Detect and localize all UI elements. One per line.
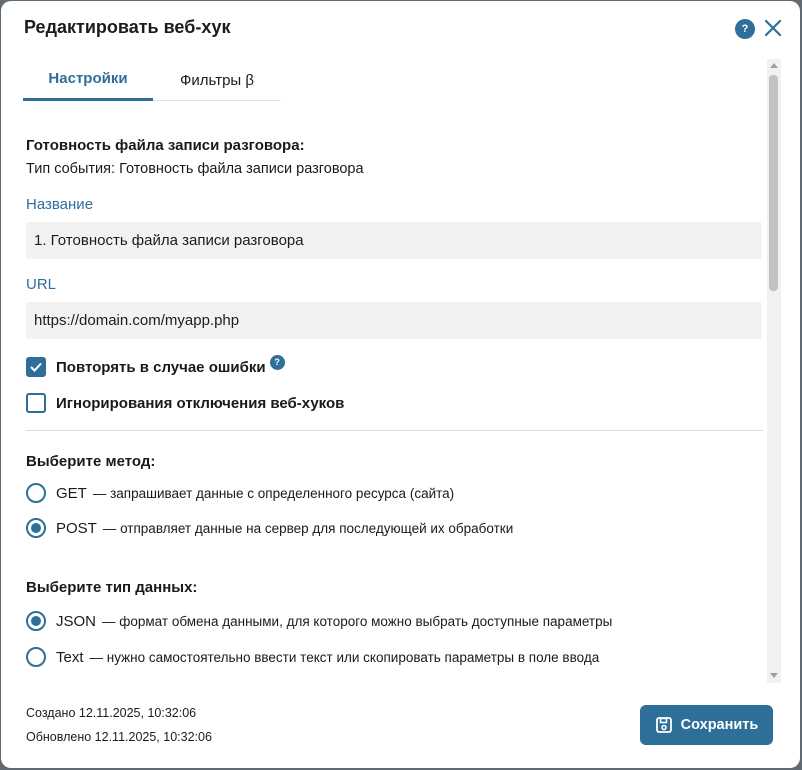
method-post-label: POST [56,519,97,537]
method-get-radio-row[interactable]: GET — запрашивает данные с определенного… [26,483,454,503]
name-input[interactable] [26,222,762,259]
data-type-json-radio-row[interactable]: JSON — формат обмена данными, для которо… [26,611,612,631]
settings-panel: Готовность файла записи разговора: Тип с… [1,101,767,683]
data-type-text-radio[interactable] [26,647,46,667]
retry-checkbox[interactable] [26,357,46,377]
help-icon-glyph: ? [741,23,749,35]
scroll-down-arrow-icon[interactable] [770,673,778,678]
method-heading: Выберите метод: [26,453,156,470]
vertical-scrollbar[interactable] [767,59,781,683]
ignore-checkbox[interactable] [26,393,46,413]
data-type-text-radio-row[interactable]: Text — нужно самостоятельно ввести текст… [26,647,599,667]
data-type-json-radio[interactable] [26,611,46,631]
ignore-disable-checkbox-row[interactable]: Игнорирования отключения веб-хуков [26,393,344,413]
url-input[interactable] [26,302,762,339]
method-post-radio-row[interactable]: POST — отправляет данные на сервер для п… [26,518,513,538]
save-button[interactable]: Сохранить [640,705,773,745]
retry-on-error-checkbox-row[interactable]: Повторять в случае ошибки ? [26,354,285,377]
tab-settings[interactable]: Настройки [23,59,153,101]
method-get-label: GET [56,484,87,502]
event-type: Тип события: Готовность файла записи раз… [26,161,364,177]
method-post-desc: — отправляет данные на сервер для послед… [102,520,514,536]
data-type-heading: Выберите тип данных: [26,579,198,596]
created-timestamp: Создано 12.11.2025, 10:32:06 [26,706,197,720]
edit-webhook-dialog: Редактировать веб-хук ? Настройки Фильтр… [1,1,800,768]
tab-bar: Настройки Фильтры β [23,59,281,101]
tab-filters[interactable]: Фильтры β [153,59,281,101]
event-type-label: Тип события: [26,161,116,177]
save-icon [655,717,672,733]
close-icon[interactable] [763,18,783,38]
save-button-label: Сохранить [680,717,759,733]
scroll-up-arrow-icon[interactable] [770,63,778,68]
scrollbar-thumb[interactable] [769,75,778,291]
updated-timestamp: Обновлено 12.11.2025, 10:32:06 [26,730,212,744]
help-icon[interactable]: ? [735,19,755,39]
data-type-json-desc: — формат обмена данными, для которого мо… [102,613,613,629]
method-get-radio[interactable] [26,483,46,503]
event-type-value: Готовность файла записи разговора [119,161,364,177]
ignore-label: Игнорирования отключения веб-хуков [56,394,345,412]
data-type-text-desc: — нужно самостоятельно ввести текст или … [89,649,600,665]
data-type-text-label: Text [56,648,84,666]
data-type-json-label: JSON [56,612,97,630]
method-get-desc: — запрашивает данные с определенного рес… [92,485,455,501]
check-icon [30,362,42,372]
name-label: Название [26,196,94,213]
method-post-radio[interactable] [26,518,46,538]
dialog-title: Редактировать веб-хук [24,17,231,37]
event-heading: Готовность файла записи разговора: [26,137,305,154]
divider [26,430,763,431]
retry-label: Повторять в случае ошибки [56,358,266,376]
retry-help-icon[interactable]: ? [269,354,285,370]
url-label: URL [26,276,57,293]
